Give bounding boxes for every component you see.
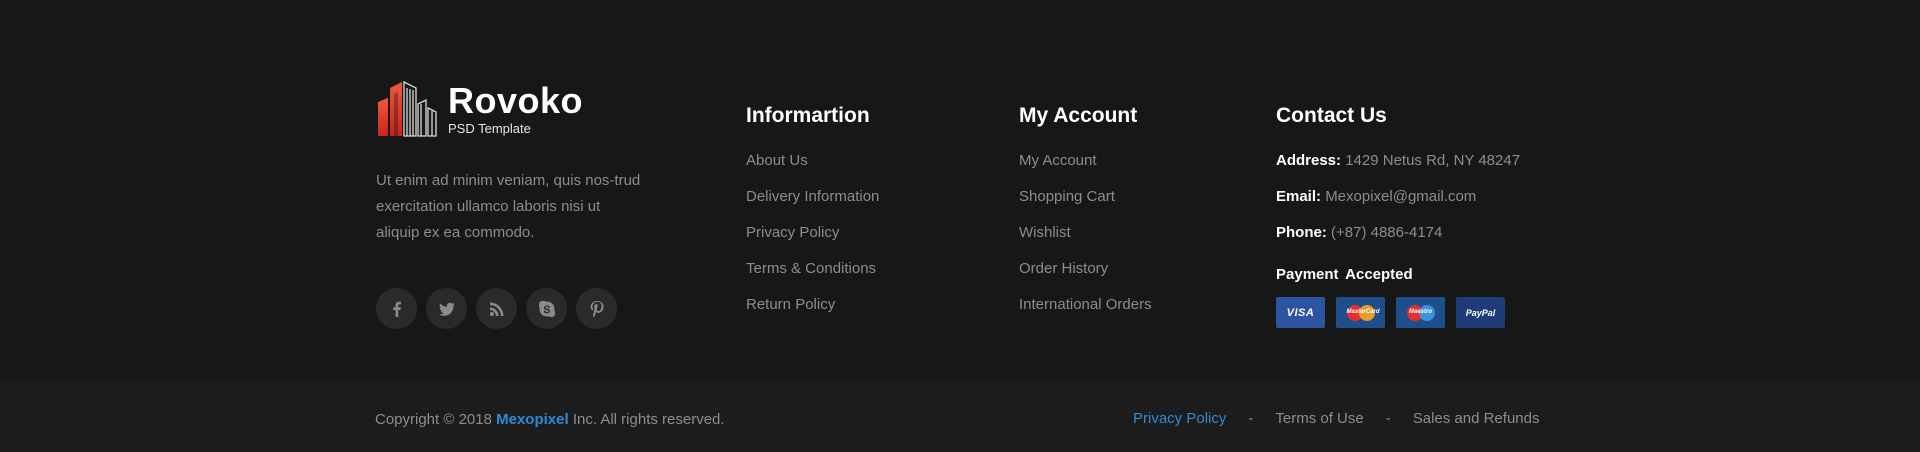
- email-label: Email:: [1276, 188, 1322, 205]
- copyright: Copyright © 2018 Mexopixel Inc. All righ…: [375, 411, 725, 428]
- link-privacy-policy[interactable]: Privacy Policy: [746, 224, 879, 260]
- payment-cards: VISA MasterCard Maestro PayPal: [1276, 297, 1520, 328]
- social-links: [376, 288, 617, 329]
- address-label: Address:: [1276, 152, 1342, 169]
- brand-tagline: PSD Template: [448, 120, 531, 136]
- account-column: My Account My Account Shopping Cart Wish…: [1019, 104, 1152, 332]
- information-column: Informartion About Us Delivery Informati…: [746, 104, 879, 332]
- brand-description: Ut enim ad minim veniam, quis nos-trud e…: [376, 172, 641, 241]
- skype-icon[interactable]: [526, 288, 567, 329]
- phone-label: Phone:: [1276, 224, 1327, 241]
- mastercard-card-icon: MasterCard: [1336, 297, 1385, 328]
- link-terms-conditions[interactable]: Terms & Conditions: [746, 260, 879, 296]
- link-separator: -: [1385, 410, 1391, 427]
- bottom-links: Privacy Policy - Terms of Use - Sales an…: [1133, 410, 1539, 427]
- link-shopping-cart[interactable]: Shopping Cart: [1019, 188, 1152, 224]
- link-wishlist[interactable]: Wishlist: [1019, 224, 1152, 260]
- address-value: 1429 Netus Rd, NY 48247: [1345, 152, 1521, 169]
- contact-address: Address: 1429 Netus Rd, NY 48247: [1276, 152, 1520, 188]
- footer-main: Rovoko PSD Template Ut enim ad minim ven…: [0, 0, 1920, 380]
- email-value[interactable]: Mexopixel@gmail.com: [1325, 188, 1476, 205]
- copyright-prefix: Copyright © 2018: [375, 411, 492, 428]
- brand-text: Rovoko PSD Template: [448, 79, 584, 136]
- contact-email: Email: Mexopixel@gmail.com: [1276, 188, 1520, 224]
- phone-value[interactable]: (+87) 4886-4174: [1331, 224, 1442, 241]
- paypal-card-icon: PayPal: [1456, 297, 1505, 328]
- footer-bottom-bar: [0, 380, 1920, 452]
- visa-card-icon: VISA: [1276, 297, 1325, 328]
- link-return-policy[interactable]: Return Policy: [746, 296, 879, 332]
- link-delivery-information[interactable]: Delivery Information: [746, 188, 879, 224]
- copyright-suffix: Inc. All rights reserved.: [572, 411, 725, 428]
- bottom-link-sales-refunds[interactable]: Sales and Refunds: [1413, 410, 1540, 427]
- twitter-icon[interactable]: [426, 288, 467, 329]
- building-logo-icon: [378, 80, 437, 137]
- contact-column: Contact Us Address: 1429 Netus Rd, NY 48…: [1276, 104, 1520, 328]
- company-link[interactable]: Mexopixel: [496, 411, 569, 428]
- link-international-orders[interactable]: International Orders: [1019, 296, 1152, 332]
- information-title: Informartion: [746, 104, 870, 127]
- information-links: About Us Delivery Information Privacy Po…: [746, 152, 879, 332]
- contact-title: Contact Us: [1276, 104, 1387, 127]
- payment-title: Payment Accepted: [1276, 266, 1413, 283]
- link-separator: -: [1248, 410, 1254, 427]
- maestro-card-icon: Maestro: [1396, 297, 1445, 328]
- account-links: My Account Shopping Cart Wishlist Order …: [1019, 152, 1152, 332]
- link-about-us[interactable]: About Us: [746, 152, 879, 188]
- pinterest-icon[interactable]: [576, 288, 617, 329]
- brand[interactable]: Rovoko PSD Template: [376, 80, 583, 138]
- bottom-link-privacy-policy[interactable]: Privacy Policy: [1133, 410, 1226, 427]
- link-my-account[interactable]: My Account: [1019, 152, 1152, 188]
- account-title: My Account: [1019, 104, 1138, 127]
- rss-icon[interactable]: [476, 288, 517, 329]
- brand-name: Rovoko: [448, 79, 584, 121]
- bottom-link-terms-of-use[interactable]: Terms of Use: [1275, 410, 1363, 427]
- link-order-history[interactable]: Order History: [1019, 260, 1152, 296]
- facebook-icon[interactable]: [376, 288, 417, 329]
- contact-phone: Phone: (+87) 4886-4174: [1276, 224, 1520, 260]
